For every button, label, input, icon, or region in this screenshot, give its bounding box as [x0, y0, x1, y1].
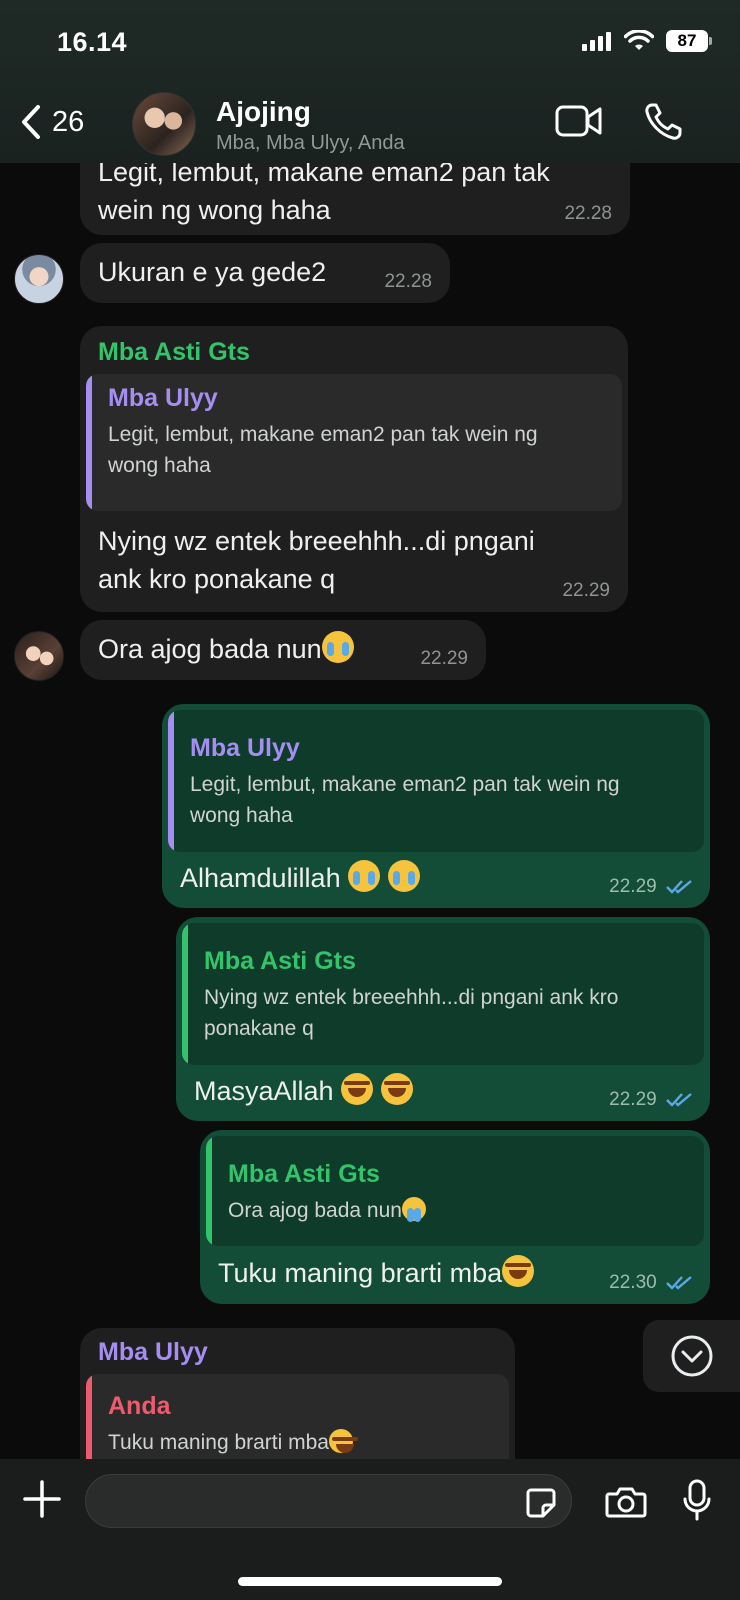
quoted-message[interactable]: Mba Asti Gts Nying wz entek breeehhh...d…: [182, 923, 704, 1065]
composer-bar: [0, 1459, 740, 1600]
crying-emoji: [321, 631, 354, 663]
quote-author: Anda: [108, 1392, 171, 1420]
microphone-icon[interactable]: [682, 1479, 712, 1523]
quote-author: Mba Asti Gts: [204, 947, 356, 975]
message-time: 22.28: [384, 271, 432, 292]
scroll-down-button[interactable]: [643, 1320, 740, 1392]
plus-icon[interactable]: [22, 1479, 62, 1519]
quoted-message[interactable]: Mba Ulyy Legit, lembut, makane eman2 pan…: [168, 710, 704, 852]
sender-avatar[interactable]: [14, 254, 64, 304]
laughing-emoji: [328, 1429, 358, 1453]
quote-author: Mba Ulyy: [190, 734, 300, 762]
wifi-icon: [624, 30, 654, 50]
message-text: MasyaAllah: [194, 1072, 413, 1110]
double-check-icon: [666, 1093, 692, 1107]
message-text: Legit, lembut, makane eman2 pan tak wein…: [98, 157, 550, 225]
battery-level: 87: [666, 30, 708, 52]
camera-icon[interactable]: [605, 1485, 647, 1519]
message-bubble[interactable]: Ukuran e ya gede2 22.28: [80, 243, 450, 303]
battery-icon: 87: [666, 30, 712, 52]
quote-author: Mba Ulyy: [108, 384, 218, 412]
sticker-icon[interactable]: [525, 1487, 557, 1519]
phone-icon[interactable]: [643, 102, 683, 142]
chat-info[interactable]: Ajojing Mba, Mba Ulyy, Anda: [216, 96, 405, 155]
message-bubble[interactable]: Mba Asti Gts Nying wz entek breeehhh...d…: [176, 917, 710, 1121]
quote-text: Ora ajog bada nun: [228, 1195, 688, 1226]
quote-author: Mba Asti Gts: [228, 1160, 380, 1188]
message-time: 22.28: [564, 203, 612, 224]
back-button[interactable]: 26: [20, 104, 84, 140]
message-input[interactable]: [85, 1474, 572, 1528]
chat-header: 16.14 87 26 Ajojing Mba, Mba Ulyy, Anda: [0, 0, 740, 163]
message-time: 22.29: [562, 580, 610, 601]
quoted-message[interactable]: Mba Ulyy Legit, lembut, makane eman2 pan…: [86, 374, 622, 511]
signal-icon: [582, 32, 611, 51]
message-bubble[interactable]: Ora ajog bada nun 22.29: [80, 620, 486, 680]
sender-name: Mba Asti Gts: [98, 338, 250, 366]
quote-text: Nying wz entek breeehhh...di pngani ank …: [204, 986, 619, 1040]
scroll-down-icon: [671, 1335, 712, 1377]
home-indicator[interactable]: [238, 1577, 502, 1586]
laughing-emoji: [380, 1073, 413, 1105]
laughing-emoji: [502, 1255, 535, 1287]
laughing-emoji: [341, 1073, 374, 1105]
crying-emoji: [348, 860, 381, 892]
unread-count: 26: [52, 105, 85, 138]
status-time: 16.14: [57, 27, 128, 57]
quoted-message[interactable]: Mba Asti Gts Ora ajog bada nun: [206, 1136, 704, 1246]
message-time: 22.29: [609, 876, 694, 898]
message-text: Alhamdulillah: [180, 859, 420, 897]
message-time: 22.29: [420, 648, 468, 669]
double-check-icon: [666, 880, 692, 894]
crying-emoji: [387, 860, 420, 892]
group-avatar[interactable]: [132, 92, 196, 156]
crying-emoji: [401, 1197, 426, 1222]
message-bubble[interactable]: Mba Asti Gts Ora ajog bada nun Tuku mani…: [200, 1130, 710, 1304]
message-bubble[interactable]: Mba Asti Gts Mba Ulyy Legit, lembut, mak…: [80, 326, 628, 612]
message-text: Tuku maning brarti mba: [218, 1254, 535, 1292]
video-call-icon[interactable]: [555, 104, 603, 138]
double-check-icon: [666, 1276, 692, 1290]
quote-text: Legit, lembut, makane eman2 pan tak wein…: [190, 773, 620, 827]
chat-title: Ajojing: [216, 96, 311, 127]
back-chevron-icon: [22, 105, 40, 139]
message-text: Ora ajog bada nun: [98, 630, 354, 668]
message-time: 22.29: [609, 1089, 694, 1111]
sender-avatar[interactable]: [14, 631, 64, 681]
sender-name: Mba Ulyy: [98, 1338, 208, 1366]
quote-text: Tuku maning brarti mba: [108, 1427, 493, 1458]
chat-members: Mba, Mba Ulyy, Anda: [216, 132, 405, 154]
message-bubble[interactable]: Mba Ulyy Legit, lembut, makane eman2 pan…: [162, 704, 710, 908]
message-text: Ukuran e ya gede2: [98, 257, 327, 287]
quote-text: Legit, lembut, makane eman2 pan tak wein…: [108, 423, 538, 477]
message-time: 22.30: [609, 1272, 694, 1294]
message-text: Nying wz entek breeehhh...di pngani ank …: [98, 526, 535, 594]
status-icons: 87: [582, 30, 712, 52]
